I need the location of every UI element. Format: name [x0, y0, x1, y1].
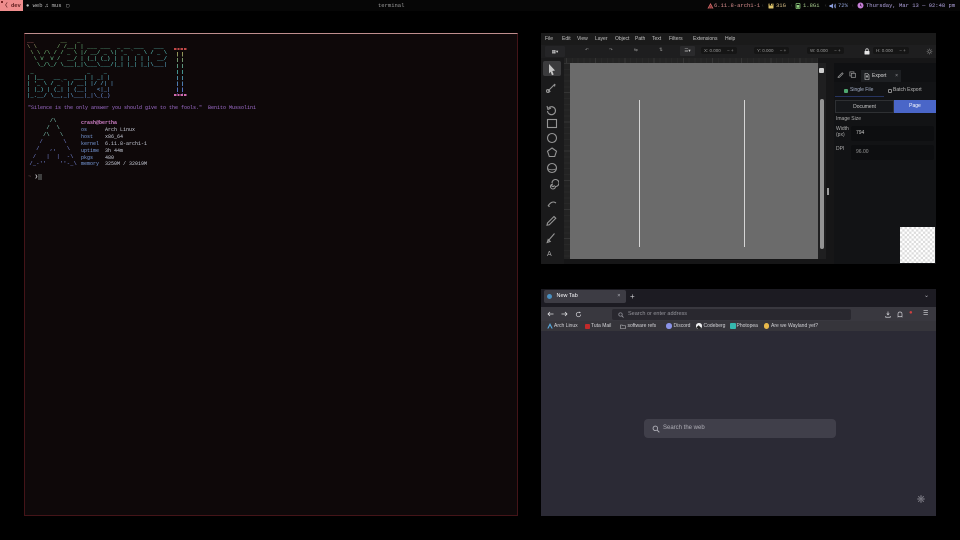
svg-text:A: A — [547, 251, 552, 258]
